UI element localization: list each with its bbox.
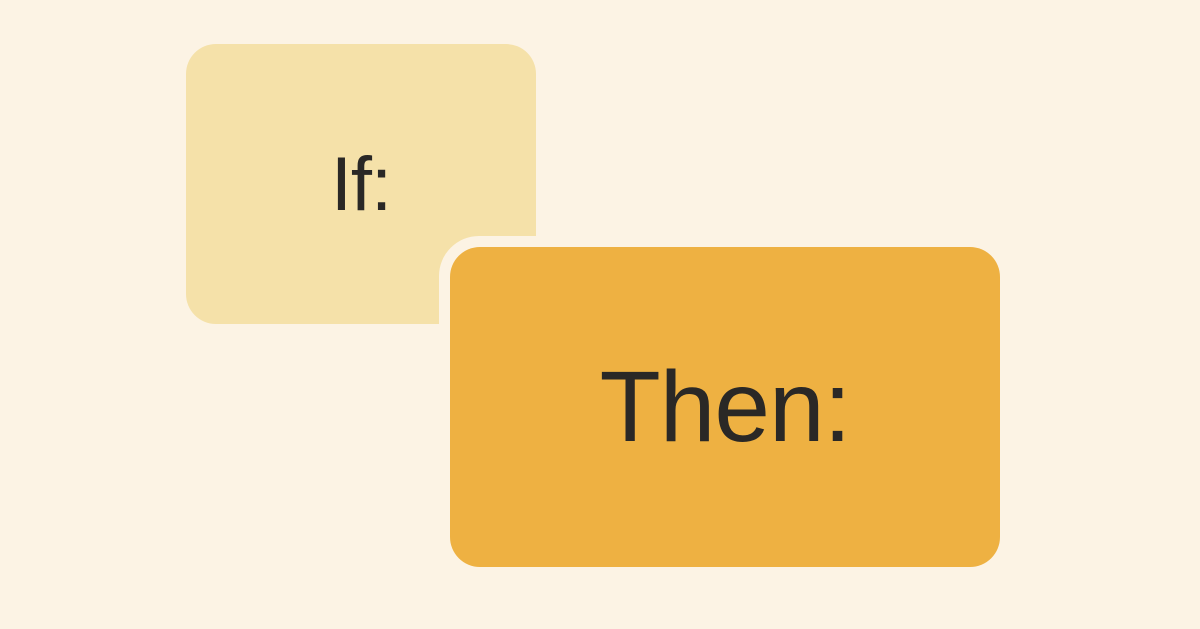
if-label: If: — [331, 141, 391, 228]
then-label: Then: — [600, 350, 851, 465]
then-card: Then: — [450, 247, 1000, 567]
then-card-wrapper: Then: — [450, 247, 1000, 567]
